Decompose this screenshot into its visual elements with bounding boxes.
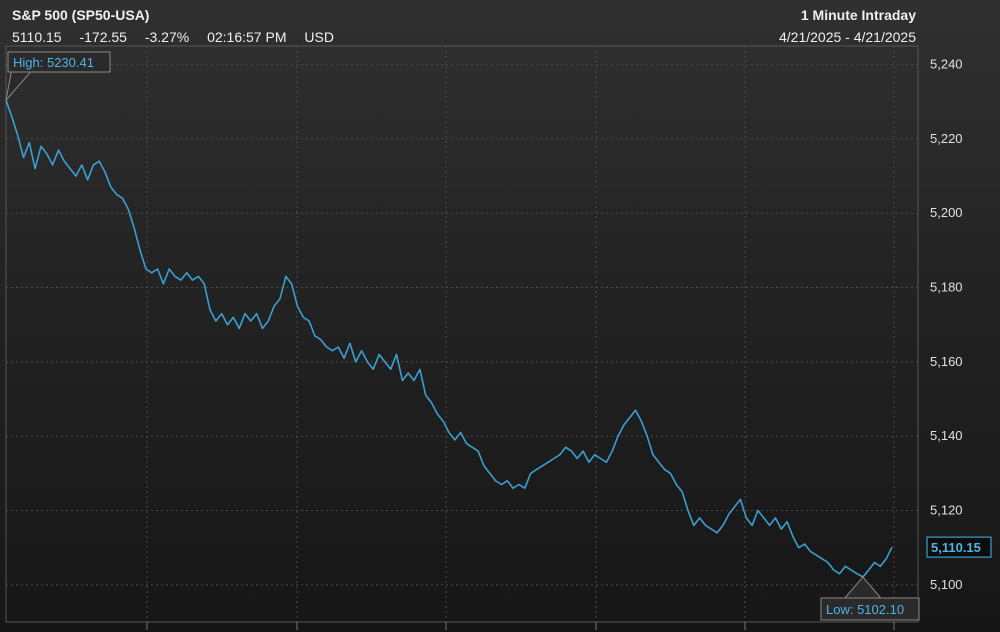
high-label: High: 5230.41 (13, 55, 94, 70)
low-label: Low: 5102.10 (826, 602, 904, 617)
y-tick-label: 5,180 (930, 280, 963, 295)
plot-frame (5, 45, 919, 623)
low-pointer (843, 576, 882, 599)
y-tick-label: 5,120 (930, 503, 963, 518)
y-tick-label: 5,200 (930, 205, 963, 220)
y-tick-label: 5,220 (930, 131, 963, 146)
y-tick-label: 5,240 (930, 57, 963, 72)
y-tick-label: 5,160 (930, 354, 963, 369)
price-line (5, 100, 893, 578)
chart-panel: S&P 500 (SP50-USA) 5110.15 -172.55 -3.27… (0, 0, 1000, 632)
y-tick-label: 5,140 (930, 428, 963, 443)
y-tick-label: 5,100 (930, 577, 963, 592)
high-pointer (5, 67, 36, 102)
line-chart: 5,100 5,120 5,140 5,160 5,180 5,200 5,220 5,240… (5, 45, 992, 630)
last-price-label: 5,110.15 (931, 540, 981, 555)
